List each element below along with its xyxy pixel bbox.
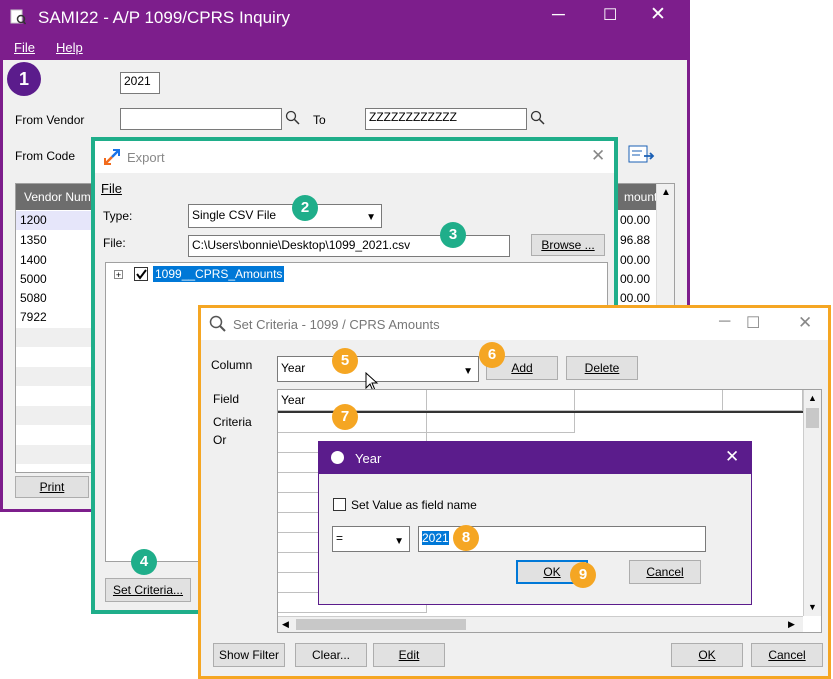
export-title: Export [127, 150, 165, 165]
delete-button[interactable]: Delete [566, 356, 638, 380]
minimize-icon[interactable]: ─ [552, 4, 565, 25]
export-menu-file[interactable]: File [101, 181, 122, 196]
grid-header-cell[interactable] [575, 390, 723, 411]
step-badge-8: 8 [453, 525, 479, 551]
grid-header-cell[interactable] [427, 390, 575, 411]
scroll-left-icon[interactable]: ◀ [282, 619, 289, 630]
expand-icon[interactable]: + [114, 270, 123, 280]
title-bar: SAMI22 - A/P 1099/CPRS Inquiry ─ ☐ ✕ [0, 0, 690, 36]
vendor-row[interactable]: 5080 [16, 289, 94, 308]
maximize-icon[interactable]: ☐ [603, 5, 617, 25]
operator-select[interactable]: = ▼ [332, 526, 410, 552]
from-vendor-label: From Vendor [15, 113, 85, 127]
year-title-bar: Year ✕ [319, 442, 751, 474]
export-icon[interactable] [628, 144, 656, 166]
export-close-icon[interactable]: ✕ [591, 146, 605, 166]
chevron-down-icon: ▼ [463, 366, 473, 377]
menu-bar: File Help [0, 36, 690, 60]
set-criteria-button[interactable]: Set Criteria... [105, 578, 191, 602]
scroll-down-icon[interactable]: ▼ [808, 602, 817, 612]
step-badge-9: 9 [570, 562, 596, 588]
criteria-maximize-icon[interactable]: ☐ [746, 313, 760, 333]
menu-help[interactable]: Help [56, 40, 83, 55]
vendor-column: 1200 1350 1400 5000 5080 7922 [16, 211, 94, 471]
search-icon [209, 315, 227, 333]
dialog-circle-icon [331, 451, 344, 464]
grid-header-cell[interactable] [723, 390, 803, 411]
step-badge-3: 3 [440, 222, 466, 248]
chevron-down-icon: ▼ [366, 212, 376, 223]
vertical-scrollbar[interactable]: ▲ ▼ [803, 390, 821, 616]
scroll-right-icon[interactable]: ▶ [788, 619, 795, 630]
empty-row [16, 406, 94, 425]
criteria-cancel-button[interactable]: Cancel [751, 643, 823, 667]
field-row-label: Field [213, 392, 240, 406]
export-title-bar: Export ✕ [95, 141, 614, 173]
year-cancel-button[interactable]: Cancel [629, 560, 701, 584]
step-badge-5: 5 [332, 348, 358, 374]
scroll-up-icon[interactable]: ▲ [808, 393, 817, 403]
horizontal-scrollbar[interactable]: ◀ ▶ [278, 616, 803, 632]
set-value-label: Set Value as field name [351, 498, 477, 512]
amount-header: mount [624, 190, 658, 204]
vendor-row[interactable]: 7922 [16, 308, 94, 327]
amount-cell: 00.00 [620, 213, 651, 227]
vendor-row[interactable]: 1400 [16, 251, 94, 270]
set-value-checkbox[interactable] [333, 498, 346, 511]
year-dialog-title: Year [355, 451, 382, 466]
scroll-thumb[interactable] [806, 408, 819, 428]
vendor-row[interactable]: 1350 [16, 231, 94, 250]
tree-item-label[interactable]: 1099__CPRS_Amounts [153, 266, 285, 282]
chevron-down-icon: ▼ [394, 536, 404, 547]
empty-row [16, 445, 94, 464]
or-row-label: Or [213, 433, 227, 447]
criteria-title: Set Criteria - 1099 / CPRS Amounts [233, 317, 440, 332]
clear-button[interactable]: Clear... [295, 643, 367, 667]
empty-row [16, 367, 94, 386]
type-select[interactable]: Single CSV File ▼ [188, 204, 382, 228]
vendor-num-header: Vendor Num [24, 190, 91, 204]
menu-file[interactable]: File [14, 40, 35, 55]
amount-cell: 00.00 [620, 272, 651, 286]
show-filter-button[interactable]: Show Filter [213, 643, 285, 667]
amount-cell: 96.88 [620, 233, 651, 247]
step-badge-1: 1 [7, 62, 41, 96]
print-button[interactable]: Print [15, 476, 89, 498]
column-label: Column [211, 358, 253, 372]
app-icon [10, 9, 27, 25]
browse-button[interactable]: Browse ... [531, 234, 605, 256]
to-label: To [313, 113, 326, 127]
from-code-label: From Code [15, 149, 76, 163]
criteria-title-bar: Set Criteria - 1099 / CPRS Amounts ─ ☐ ✕ [201, 308, 828, 340]
vendor-row[interactable]: 1200 [16, 211, 94, 230]
window-title: SAMI22 - A/P 1099/CPRS Inquiry [38, 8, 290, 27]
amount-cell: 00.00 [620, 253, 651, 267]
from-vendor-input[interactable] [120, 108, 282, 130]
file-label: File: [103, 236, 126, 250]
year-field[interactable]: 2021 [120, 72, 160, 94]
scroll-up-icon[interactable]: ▲ [661, 187, 671, 198]
to-vendor-input[interactable]: ZZZZZZZZZZZZ [365, 108, 527, 130]
vendor-row[interactable]: 5000 [16, 270, 94, 289]
year-dialog: Year ✕ Set Value as field name = ▼ 2021 … [318, 441, 752, 605]
edit-button[interactable]: Edit [373, 643, 445, 667]
grid-cell[interactable] [427, 413, 575, 433]
criteria-close-icon[interactable]: ✕ [798, 313, 812, 333]
export-arrows-icon [103, 148, 121, 166]
year-close-icon[interactable]: ✕ [725, 447, 739, 467]
tree-checkbox[interactable] [134, 267, 148, 281]
type-label: Type: [103, 209, 133, 223]
h-scroll-thumb[interactable] [296, 619, 466, 630]
close-icon[interactable]: ✕ [650, 3, 666, 26]
step-badge-4: 4 [131, 549, 157, 575]
step-badge-6: 6 [479, 342, 505, 368]
criteria-row-label: Criteria [213, 415, 252, 429]
from-vendor-lookup-icon[interactable] [285, 110, 301, 126]
empty-row [16, 328, 94, 347]
criteria-minimize-icon[interactable]: ─ [719, 313, 730, 331]
criteria-ok-button[interactable]: OK [671, 643, 743, 667]
step-badge-2: 2 [292, 195, 318, 221]
step-badge-7: 7 [332, 404, 358, 430]
to-vendor-lookup-icon[interactable] [530, 110, 546, 126]
